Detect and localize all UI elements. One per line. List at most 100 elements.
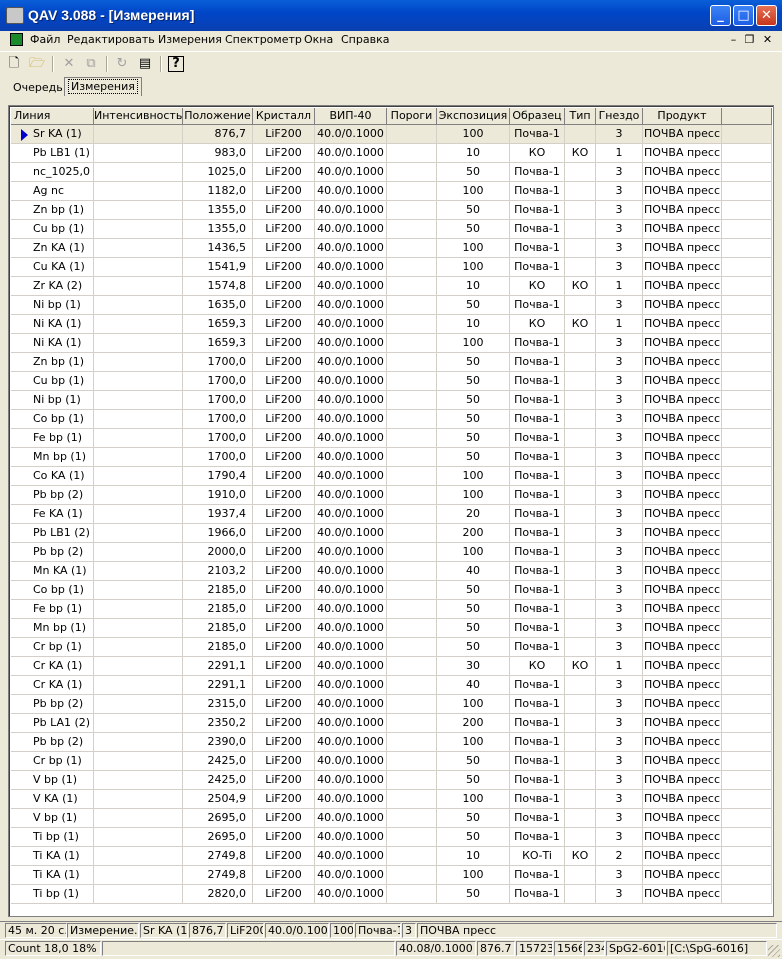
cell-line: Zn KA (1) [11, 239, 94, 258]
table-row[interactable]: Ag nc 1182,0 LiF200 40.0/0.1000 100 Почва-1 3 П… [11, 182, 772, 201]
tab-queue[interactable]: Очередь [10, 79, 66, 96]
table-row[interactable]: Pb bp (2) 2315,0 LiF200 40.0/0.1000 100 Почва… [11, 695, 772, 714]
column-header-position[interactable]: Положение [183, 108, 253, 125]
table-row[interactable]: Fe bp (1) 1700,0 LiF200 40.0/0.1000 50 Почва-… [11, 429, 772, 448]
table-row[interactable]: Ni bp (1) 1635,0 LiF200 40.0/0.1000 50 Почва-… [11, 296, 772, 315]
column-header-exposure[interactable]: Экспозиция [437, 108, 510, 125]
table-row[interactable]: Mn bp (1) 2185,0 LiF200 40.0/0.1000 50 Почва-… [11, 619, 772, 638]
cell-text: Ti KA (1) [33, 849, 80, 862]
menu-spectrometer[interactable]: Спектрометр [225, 33, 302, 46]
tab-measurements[interactable]: Измерения [64, 77, 142, 96]
column-header-product[interactable]: Продукт [643, 108, 722, 125]
cell-text: 100 [462, 469, 484, 482]
table-row[interactable]: Zn KA (1) 1436,5 LiF200 40.0/0.1000 100 Почва… [11, 239, 772, 258]
table-row[interactable]: Ti bp (1) 2820,0 LiF200 40.0/0.1000 50 Почва-… [11, 885, 772, 904]
table-row[interactable]: Pb LA1 (2) 2350,2 LiF200 40.0/0.1000 200 Почв… [11, 714, 772, 733]
cell-text: 1025,0 [207, 165, 247, 178]
column-header-line[interactable]: Линия [11, 108, 94, 125]
table-row[interactable]: Zn bp (1) 1700,0 LiF200 40.0/0.1000 50 Почва-… [11, 353, 772, 372]
close-button[interactable]: ✕ [756, 5, 777, 26]
column-header-extra[interactable] [722, 108, 772, 125]
new-file-icon[interactable]: 🗋 [5, 55, 23, 73]
table-row[interactable]: Mn KA (1) 2103,2 LiF200 40.0/0.1000 40 Почва-… [11, 562, 772, 581]
table-row[interactable]: Ni KA (1) 1659,3 LiF200 40.0/0.1000 100 Почва… [11, 334, 772, 353]
column-header-thresholds[interactable]: Пороги [387, 108, 437, 125]
help-icon[interactable]: ? [168, 56, 184, 72]
table-row[interactable]: Ni KA (1) 1659,3 LiF200 40.0/0.1000 10 КО КО 1 П… [11, 315, 772, 334]
document-icon[interactable] [10, 33, 23, 46]
table-row[interactable]: Pb LB1 (1) 983,0 LiF200 40.0/0.1000 10 КО КО 1 П… [11, 144, 772, 163]
table-row[interactable]: Pb LB1 (2) 1966,0 LiF200 40.0/0.1000 200 Почв… [11, 524, 772, 543]
menu-measurements[interactable]: Измерения [158, 33, 222, 46]
column-header-vip40[interactable]: ВИП-40 [315, 108, 387, 125]
cell-thresholds [387, 448, 437, 467]
table-row[interactable]: Co KA (1) 1790,4 LiF200 40.0/0.1000 100 Почва… [11, 467, 772, 486]
cell-sample: Почва-1 [510, 296, 565, 315]
cell-sample: КО [510, 315, 565, 334]
cell-text: 40.0/0.1000 [317, 526, 384, 539]
table-row[interactable]: Cr KA (1) 2291,1 LiF200 40.0/0.1000 40 Почва-… [11, 676, 772, 695]
menu-file[interactable]: Файл [30, 33, 60, 46]
cell-line: Sr KA (1) [11, 125, 94, 144]
table-row[interactable]: Fe KA (1) 1937,4 LiF200 40.0/0.1000 20 Почва-… [11, 505, 772, 524]
maximize-button[interactable]: □ [733, 5, 754, 26]
column-header-slot[interactable]: Гнездо [596, 108, 643, 125]
mdi-restore-button[interactable]: ❐ [742, 33, 757, 47]
table-row[interactable]: Ti KA (1) 2749,8 LiF200 40.0/0.1000 100 Почва… [11, 866, 772, 885]
table-row[interactable]: Sr KA (1) 876,7 LiF200 40.0/0.1000 100 Почва-… [11, 125, 772, 144]
cell-text: 50 [466, 222, 480, 235]
menu-edit[interactable]: Редактировать [67, 33, 155, 46]
table-row[interactable]: Pb bp (2) 2390,0 LiF200 40.0/0.1000 100 Почва… [11, 733, 772, 752]
cell-extra [722, 790, 772, 809]
table-row[interactable]: Co bp (1) 2185,0 LiF200 40.0/0.1000 50 Почва-… [11, 581, 772, 600]
table-row[interactable]: Cr bp (1) 2185,0 LiF200 40.0/0.1000 50 Почва-… [11, 638, 772, 657]
column-header-type[interactable]: Тип [565, 108, 596, 125]
menu-help[interactable]: Справка [341, 33, 389, 46]
list-icon[interactable]: ▤ [136, 55, 154, 73]
table-row[interactable]: Cu bp (1) 1700,0 LiF200 40.0/0.1000 50 Почва-… [11, 372, 772, 391]
measurements-grid[interactable]: Линия Интенсивность Положение Кристалл ВИП-4… [8, 105, 774, 917]
table-row[interactable]: Ti KA (1) 2749,8 LiF200 40.0/0.1000 10 КО-Ti К… [11, 847, 772, 866]
table-row[interactable]: V bp (1) 2425,0 LiF200 40.0/0.1000 50 Почва-1… [11, 771, 772, 790]
open-folder-icon[interactable]: 🗁 [28, 55, 46, 73]
table-row[interactable]: Cr KA (1) 2291,1 LiF200 40.0/0.1000 30 КО КО 1 П… [11, 657, 772, 676]
cell-text: Fe KA (1) [33, 507, 83, 520]
table-row[interactable]: Co bp (1) 1700,0 LiF200 40.0/0.1000 50 Почва-… [11, 410, 772, 429]
table-row[interactable]: Cu KA (1) 1541,9 LiF200 40.0/0.1000 100 Почва… [11, 258, 772, 277]
table-row[interactable]: Zr KA (2) 1574,8 LiF200 40.0/0.1000 10 КО КО 1 П… [11, 277, 772, 296]
cell-text: Почва-1 [514, 792, 560, 805]
mdi-minimize-button[interactable]: – [726, 33, 741, 47]
resize-grip[interactable] [768, 945, 780, 957]
table-row[interactable]: Pb bp (2) 2000,0 LiF200 40.0/0.1000 100 Почва… [11, 543, 772, 562]
cell-extra [722, 828, 772, 847]
cell-exposure: 50 [437, 619, 510, 638]
cell-text: 100 [462, 545, 484, 558]
table-row[interactable]: V bp (1) 2695,0 LiF200 40.0/0.1000 50 Почва-1… [11, 809, 772, 828]
table-row[interactable]: Cu bp (1) 1355,0 LiF200 40.0/0.1000 50 Почва-… [11, 220, 772, 239]
column-header-sample[interactable]: Образец [510, 108, 565, 125]
cell-product: ПОЧВА пресс [643, 182, 722, 201]
column-header-intensity[interactable]: Интенсивность [94, 108, 183, 125]
table-row[interactable]: Ti bp (1) 2695,0 LiF200 40.0/0.1000 50 Почва-… [11, 828, 772, 847]
cell-text: 3 [615, 374, 623, 387]
table-row[interactable]: Cr bp (1) 2425,0 LiF200 40.0/0.1000 50 Почва-… [11, 752, 772, 771]
cell-text: ПОЧВА пресс [643, 260, 721, 273]
menu-windows[interactable]: Окна [304, 33, 333, 46]
refresh-icon[interactable]: ↻ [113, 55, 131, 73]
mdi-close-button[interactable]: ✕ [760, 33, 775, 47]
table-row[interactable]: Ni bp (1) 1700,0 LiF200 40.0/0.1000 50 Почва-… [11, 391, 772, 410]
copy-icon[interactable]: ⧉ [82, 55, 100, 73]
minimize-button[interactable]: _ [710, 5, 731, 26]
table-row[interactable]: Pb bp (2) 1910,0 LiF200 40.0/0.1000 100 Почва… [11, 486, 772, 505]
cell-exposure: 50 [437, 353, 510, 372]
delete-icon[interactable]: ✕ [60, 55, 78, 73]
table-row[interactable]: Zn bp (1) 1355,0 LiF200 40.0/0.1000 50 Почва-… [11, 201, 772, 220]
cell-text: 40.0/0.1000 [317, 184, 384, 197]
table-row[interactable]: Mn bp (1) 1700,0 LiF200 40.0/0.1000 50 Почва-… [11, 448, 772, 467]
table-row[interactable]: nc_1025,0 1025,0 LiF200 40.0/0.1000 50 Почва-… [11, 163, 772, 182]
table-row[interactable]: V KA (1) 2504,9 LiF200 40.0/0.1000 100 Почва-… [11, 790, 772, 809]
cell-crystal: LiF200 [253, 676, 315, 695]
table-row[interactable]: Fe bp (1) 2185,0 LiF200 40.0/0.1000 50 Почва-… [11, 600, 772, 619]
column-header-crystal[interactable]: Кристалл [253, 108, 315, 125]
cell-type [565, 600, 596, 619]
